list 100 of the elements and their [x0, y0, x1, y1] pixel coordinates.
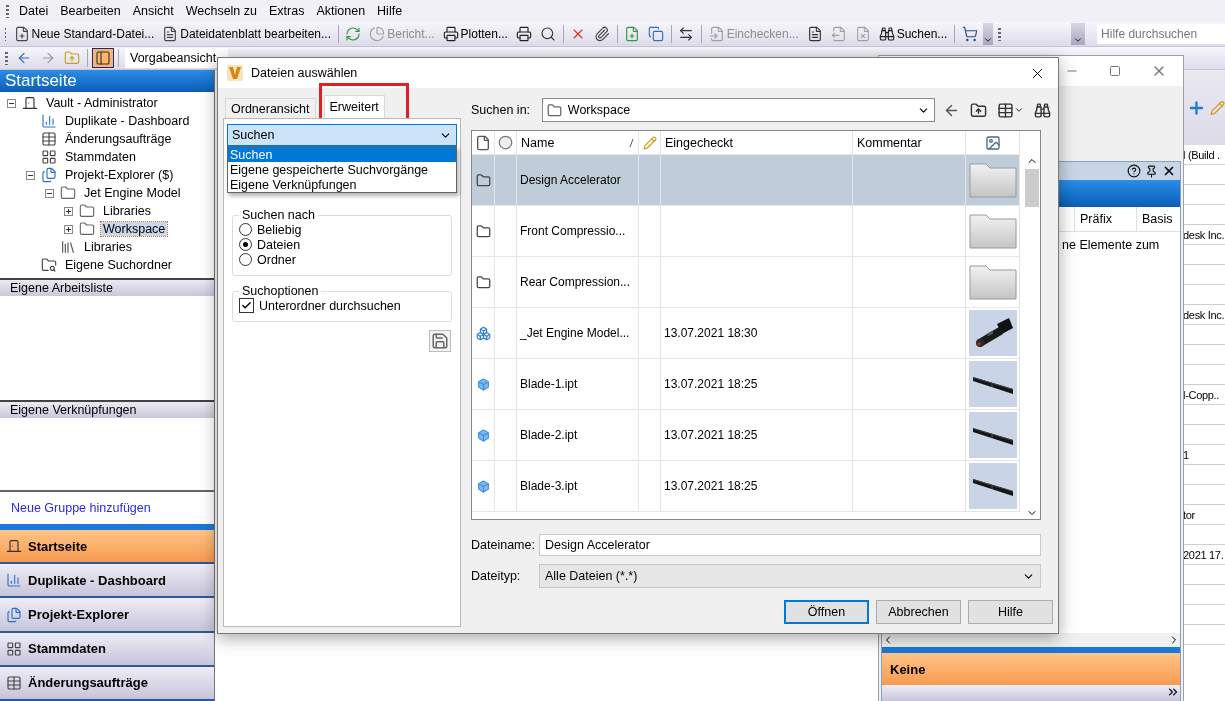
nav-button[interactable]: Duplikate - Dashboard: [0, 564, 214, 599]
section-header[interactable]: Eigene Arbeitsliste: [0, 278, 214, 296]
name-cell[interactable]: Rear Compression...: [517, 257, 639, 308]
edit-cell: [639, 206, 661, 257]
search-button[interactable]: [1032, 101, 1053, 119]
toolbar-icon-button[interactable]: [92, 48, 114, 68]
toolbar-overflow-button[interactable]: [982, 23, 993, 45]
edit-cell: [639, 155, 661, 206]
radio-button[interactable]: [239, 223, 252, 236]
help-search-field[interactable]: Hilfe durchsuchen: [1097, 24, 1225, 44]
undo-icon: [854, 26, 871, 42]
up-folder-button[interactable]: [968, 101, 989, 119]
checkbox[interactable]: [239, 298, 254, 313]
chevrons-icon[interactable]: [1166, 685, 1180, 699]
expand-toggle[interactable]: [64, 206, 73, 216]
section-header[interactable]: Eigene Verknüpfungen: [0, 400, 214, 418]
collapse-toggle[interactable]: [7, 98, 16, 108]
tree-item[interactable]: Jet Engine Model: [82, 186, 183, 200]
menu-item[interactable]: Wechseln zu: [180, 2, 262, 20]
tree-item[interactable]: Eigene Suchordner: [63, 258, 175, 272]
binoculars-icon: [1034, 101, 1051, 119]
pin-icon[interactable]: [1145, 164, 1158, 178]
menu-item[interactable]: Datei: [14, 2, 54, 20]
nav-button[interactable]: Startseite: [0, 530, 214, 565]
caret-icon: [1014, 105, 1024, 115]
menu-item[interactable]: Hilfe: [372, 2, 408, 20]
scrollbar-thumb[interactable]: [1024, 169, 1039, 207]
collapse-toggle[interactable]: [45, 188, 54, 198]
toolbar-button[interactable]: Neue Standard-Datei...: [10, 24, 158, 44]
menu-item[interactable]: Aktionen: [311, 2, 371, 20]
edit-cell: [639, 359, 661, 410]
printer-icon: [442, 26, 459, 42]
horizontal-scrollbar[interactable]: [882, 633, 1180, 647]
toolbar-button[interactable]: Dateidatenblatt bearbeiten...: [159, 24, 335, 44]
view-field[interactable]: Vorgabeansicht: [125, 48, 228, 68]
menu-item[interactable]: Bearbeiten: [55, 2, 126, 20]
search-mode-dropdown[interactable]: Suchen: [227, 124, 457, 146]
column-header[interactable]: Basis: [1142, 212, 1173, 226]
name-cell[interactable]: Blade-3.ipt: [517, 461, 639, 512]
nav-button[interactable]: Stammdaten: [0, 632, 214, 667]
add-group-link[interactable]: Neue Gruppe hinzufügen: [11, 501, 151, 515]
folder-search-icon: [41, 257, 57, 273]
tree-item[interactable]: Duplikate - Dashboard: [63, 114, 192, 128]
folder-icon: [475, 172, 491, 188]
table-cell: 2021 17.: [1183, 548, 1224, 561]
menu-item[interactable]: Extras: [264, 2, 310, 20]
name-cell[interactable]: Design Accelerator: [517, 155, 639, 206]
dropdown-option[interactable]: Eigene Verknüpfungen: [228, 177, 456, 192]
radio-button[interactable]: [239, 253, 252, 266]
radio-label[interactable]: Dateien: [257, 237, 301, 252]
table-cell: desk Inc.: [1183, 228, 1225, 241]
help-icon[interactable]: [1127, 164, 1141, 178]
dialog-button[interactable]: Hilfe: [968, 600, 1053, 624]
column-header[interactable]: Präfix: [1080, 212, 1112, 226]
dropdown-option[interactable]: Eigene gespeicherte Suchvorgänge: [228, 162, 456, 177]
tab[interactable]: Erweitert: [323, 95, 385, 118]
folder-icon: [546, 102, 562, 118]
toolbar-button[interactable]: Suchen...: [875, 24, 951, 44]
expand-toggle[interactable]: [64, 224, 73, 234]
file-name-field[interactable]: Design Accelerator: [539, 534, 1041, 556]
save-button[interactable]: [429, 330, 451, 352]
nav-button[interactable]: Projekt-Explorer: [0, 598, 214, 633]
file-icon: [475, 134, 491, 151]
close-icon[interactable]: [1162, 164, 1176, 178]
tree-item[interactable]: Projekt-Explorer ($): [63, 168, 176, 182]
file-type-dropdown[interactable]: Alle Dateien (*.*): [539, 564, 1041, 588]
menu-item[interactable]: Ansicht: [127, 2, 179, 20]
maximize-icon[interactable]: [1109, 65, 1121, 77]
checkbox-label[interactable]: Unterordner durchsuchen: [259, 298, 401, 313]
table-cell: l (Build .: [1183, 148, 1220, 161]
name-cell[interactable]: Front Compressio...: [517, 206, 639, 257]
tree-item[interactable]: Libraries: [101, 204, 153, 218]
tree-item[interactable]: Vault - Administrator: [44, 96, 160, 110]
dropdown-option[interactable]: Suchen: [228, 147, 456, 162]
toolbar-overflow-button[interactable]: [1070, 23, 1085, 45]
collapse-toggle[interactable]: [26, 170, 35, 180]
tree-item[interactable]: Änderungsaufträge: [63, 132, 174, 146]
toolbar-grip[interactable]: [997, 27, 1001, 41]
nav-button[interactable]: Änderungsaufträge: [0, 666, 214, 701]
date-cell: 13.07.2021 18:30: [661, 308, 853, 359]
tree-item[interactable]: Libraries: [82, 240, 134, 254]
toolbar-grip[interactable]: [6, 4, 9, 18]
new-file-icon: [624, 26, 641, 42]
tab[interactable]: Ordneransicht: [225, 98, 316, 118]
toolbar-grip[interactable]: [5, 51, 8, 65]
radio-label[interactable]: Ordner: [257, 252, 296, 267]
name-cell[interactable]: Blade-2.ipt: [517, 410, 639, 461]
date-cell: 13.07.2021 18:25: [661, 410, 853, 461]
look-in-dropdown[interactable]: Workspace: [541, 98, 935, 122]
name-cell[interactable]: Blade-1.ipt: [517, 359, 639, 410]
nav-button[interactable]: Keine: [882, 653, 1180, 685]
dialog-button[interactable]: Abbrechen: [876, 600, 961, 624]
pie-chart-icon: [369, 26, 386, 42]
radio-button[interactable]: [239, 238, 252, 251]
radio-label[interactable]: Beliebig: [257, 222, 302, 237]
dialog-button[interactable]: Öffnen: [784, 600, 869, 624]
tree-item[interactable]: Stammdaten: [63, 150, 138, 164]
name-cell[interactable]: _Jet Engine Model...: [517, 308, 639, 359]
tree-item[interactable]: Workspace: [101, 222, 168, 236]
toolbar-button[interactable]: Plotten...: [439, 24, 511, 44]
